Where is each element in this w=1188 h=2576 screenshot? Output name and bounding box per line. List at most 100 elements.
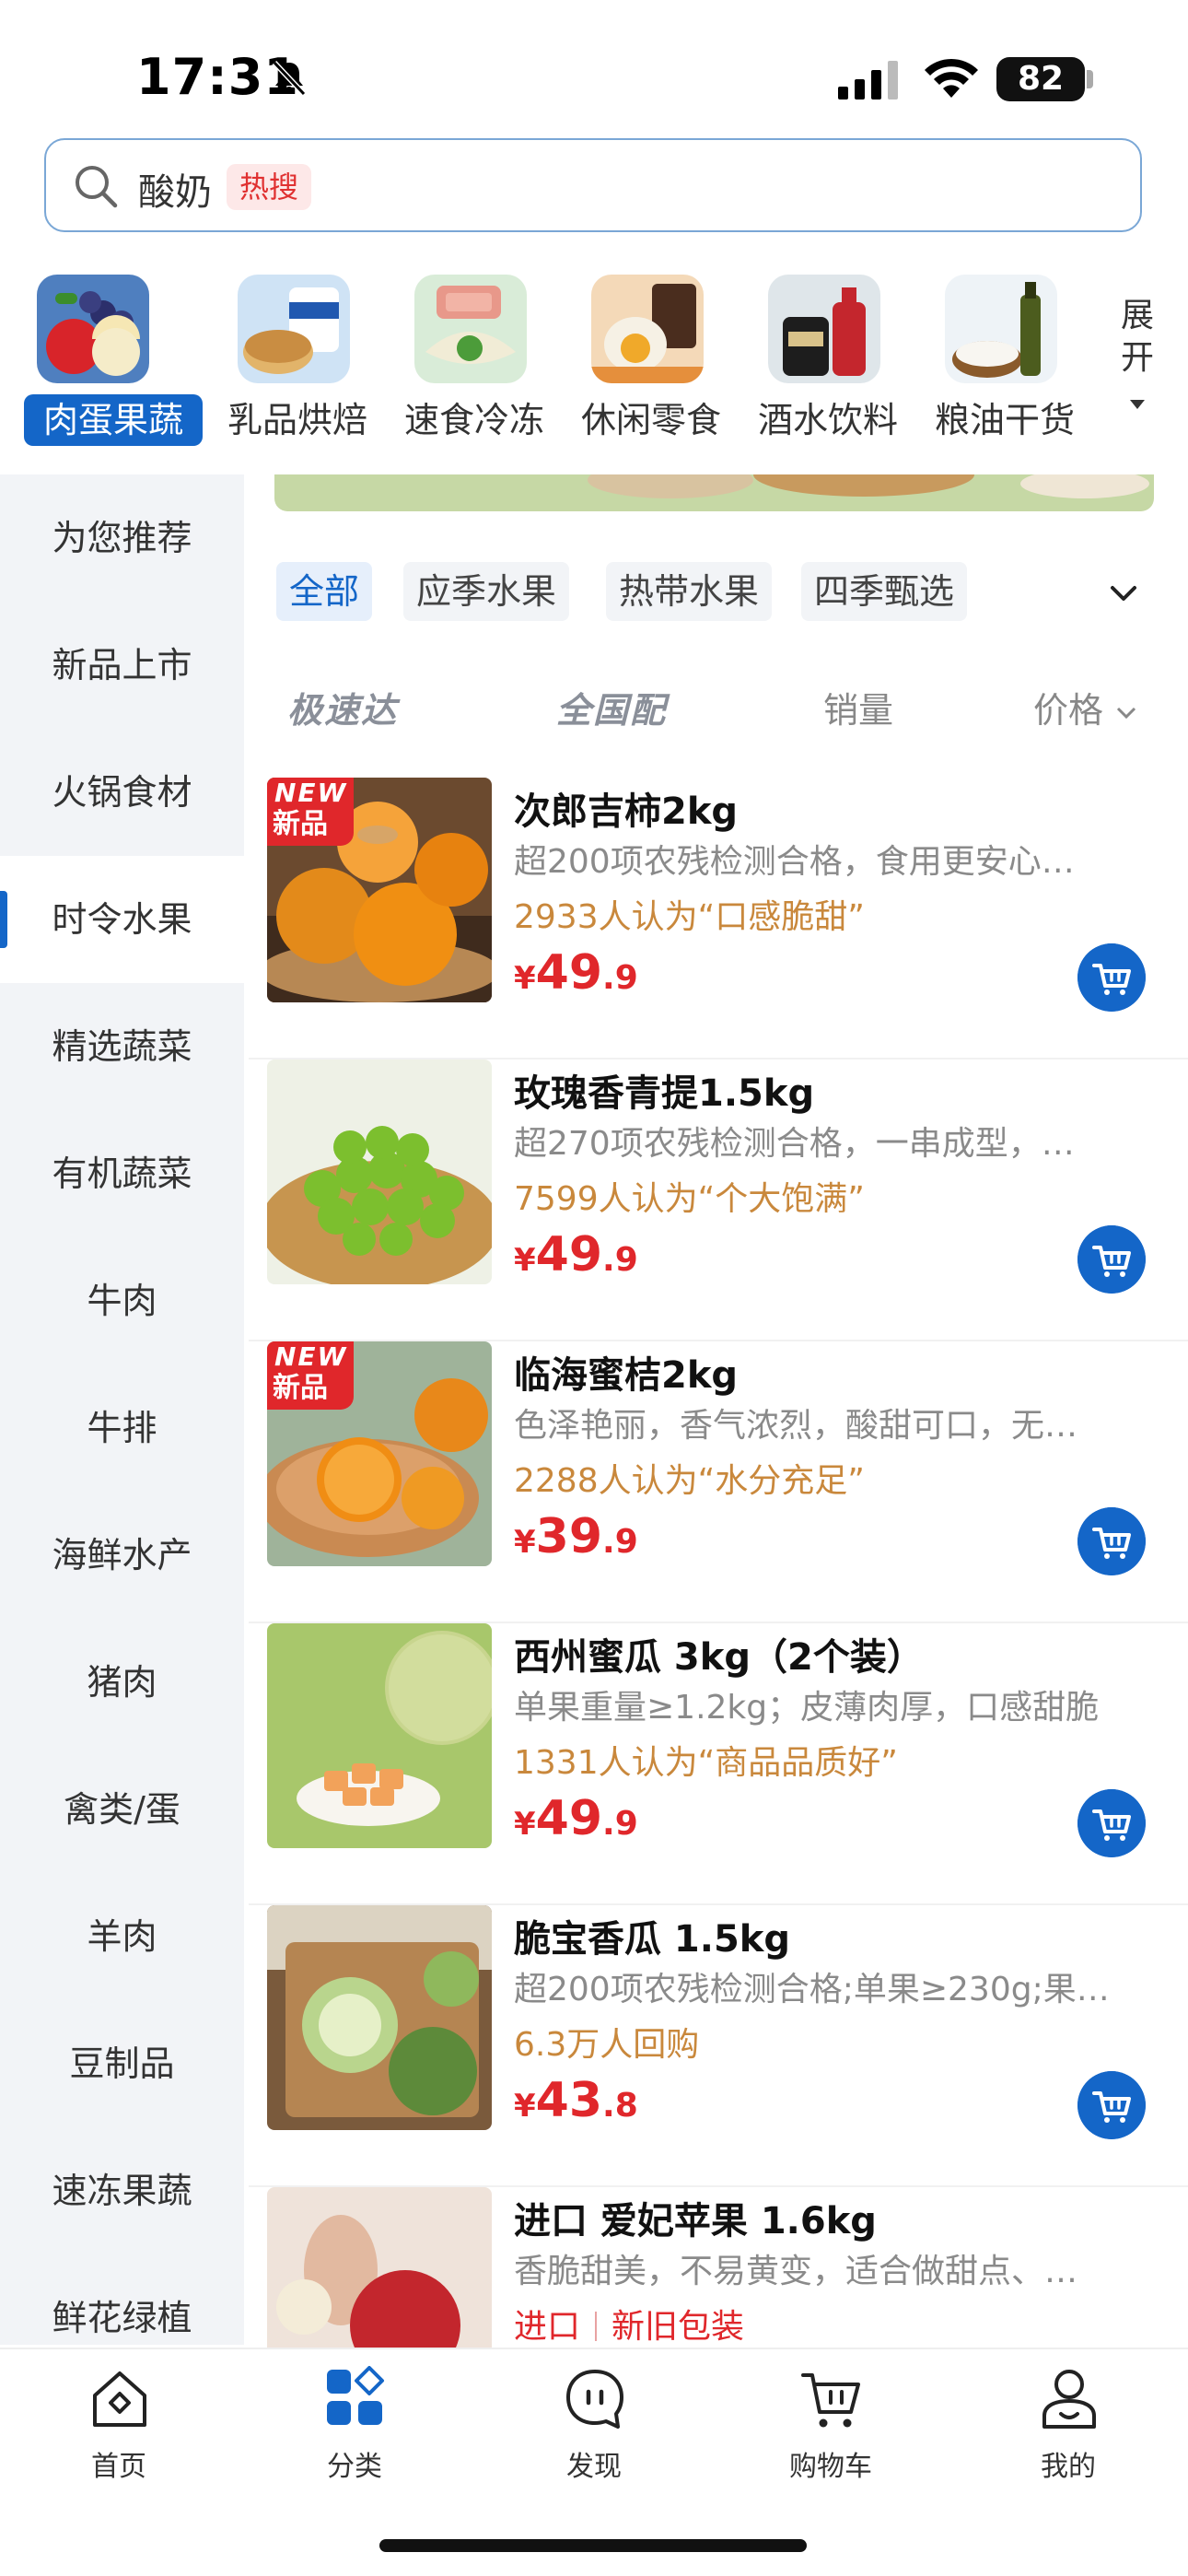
sidebar-item-selected-vegetables[interactable]: 精选蔬菜: [0, 983, 244, 1110]
sort-express-delivery[interactable]: 极速达: [287, 682, 398, 732]
top-category-label: 乳品烘焙: [227, 400, 367, 440]
product-title: 进口 爱妃苹果 1.6kg: [514, 2200, 877, 2242]
sort-nationwide-delivery[interactable]: 全国配: [556, 682, 667, 732]
product-tag-imported: 进口: [514, 2308, 581, 2346]
sidebar-item-lamb[interactable]: 羊肉: [0, 1873, 244, 2000]
sort-price-label: 价格: [1033, 690, 1104, 731]
product-description: 超200项农残检测合格，食用更安心…: [514, 843, 1075, 881]
sort-bar: 极速达 全国配 销量 价格: [276, 682, 1151, 737]
add-to-cart-button[interactable]: [1077, 1789, 1146, 1857]
product-description: 超270项农残检测合格，一串成型，…: [514, 1125, 1075, 1163]
price-integer: 43: [535, 2073, 603, 2128]
expand-label-1: 展: [1120, 297, 1154, 334]
sidebar-item-hotpot[interactable]: 火锅食材: [0, 729, 244, 856]
price-currency: ¥: [514, 1524, 536, 1561]
product-price: ¥49.9: [514, 945, 638, 1001]
tab-discover[interactable]: 发现: [520, 2366, 668, 2495]
home-indicator[interactable]: [379, 2539, 807, 2552]
top-category-label: 肉蛋果蔬: [24, 394, 203, 446]
top-category-label: 速食冷冻: [403, 400, 544, 440]
product-card[interactable]: 进口 爱妃苹果 1.6kg 香脆甜美，不易黄变，适合做甜点、… 进口 新旧包装: [249, 2187, 1188, 2348]
product-tags: 进口 新旧包装: [514, 2300, 744, 2348]
battery-indicator: 82: [996, 57, 1085, 101]
chevron-down-icon: [1117, 707, 1136, 720]
chevron-down-icon[interactable]: [1105, 577, 1142, 610]
category-frozen-image: [414, 275, 527, 383]
sidebar-item-tofu[interactable]: 豆制品: [0, 2000, 244, 2127]
add-to-cart-button[interactable]: [1077, 1225, 1146, 1294]
chip-tropical-fruit[interactable]: 热带水果: [606, 562, 773, 621]
sidebar-item-steak[interactable]: 牛排: [0, 1364, 244, 1492]
product-image: NEW 新品: [267, 778, 492, 1002]
category-snacks-image: [591, 275, 704, 383]
tab-profile[interactable]: 我的: [995, 2366, 1142, 2495]
tab-label: 购物车: [789, 2451, 872, 2483]
product-review-highlight: 1331人认为“商品品质好”: [514, 1744, 898, 1782]
product-description: 香脆甜美，不易黄变，适合做甜点、…: [514, 2253, 1078, 2290]
price-currency: ¥: [514, 1242, 536, 1279]
sidebar-item-seafood[interactable]: 海鲜水产: [0, 1492, 244, 1619]
product-image: [267, 2187, 492, 2348]
hot-search-badge: 热搜: [227, 164, 312, 210]
category-grain-oil-image: [945, 275, 1057, 383]
search-icon: [76, 166, 118, 208]
promo-banner[interactable]: [274, 474, 1154, 511]
product-title: 临海蜜桔2kg: [514, 1354, 739, 1397]
sidebar-item-new-arrivals[interactable]: 新品上市: [0, 602, 244, 729]
price-currency: ¥: [514, 960, 536, 997]
sidebar-item-pork[interactable]: 猪肉: [0, 1619, 244, 1746]
tag-separator: [595, 2312, 598, 2341]
product-image: NEW 新品: [267, 1341, 492, 1566]
product-price: ¥43.8: [514, 2073, 638, 2128]
product-tag-packaging: 新旧包装: [611, 2308, 745, 2346]
add-to-cart-button[interactable]: [1077, 2071, 1146, 2139]
search-input[interactable]: 酸奶 热搜: [44, 138, 1142, 232]
top-category-drinks[interactable]: 酒水饮料: [740, 267, 915, 451]
price-currency: ¥: [514, 1806, 536, 1843]
product-price: ¥49.9: [514, 1791, 638, 1846]
category-dairy-image: [238, 275, 350, 383]
expand-categories-button[interactable]: 展 开: [1114, 295, 1160, 422]
product-card[interactable]: NEW 新品 次郎吉柿2kg 超200项农残检测合格，食用更安心… 2933人认…: [249, 778, 1188, 1060]
sidebar-item-recommended[interactable]: 为您推荐: [0, 474, 244, 602]
top-category-label: 粮油干货: [934, 400, 1075, 440]
add-to-cart-button[interactable]: [1077, 1507, 1146, 1575]
top-category-meat-egg-fruit-veg[interactable]: 肉蛋果蔬: [9, 267, 203, 451]
top-category-snacks[interactable]: 休闲零食: [564, 267, 739, 451]
top-category-dairy-bakery[interactable]: 乳品烘焙: [210, 267, 385, 451]
product-card[interactable]: NEW 新品 临海蜜桔2kg 色泽艳丽，香气浓烈，酸甜可口，无… 2288人认为…: [249, 1341, 1188, 1623]
product-card[interactable]: 脆宝香瓜 1.5kg 超200项农残检测合格;单果≥230g;果… 6.3万人回…: [249, 1905, 1188, 2187]
top-category-grain-oil[interactable]: 粮油干货: [917, 267, 1092, 451]
sort-by-price[interactable]: 价格: [1033, 682, 1138, 732]
muted-bell-icon: [272, 60, 307, 97]
caret-down-icon: [1130, 400, 1145, 409]
product-card[interactable]: 玫瑰香青提1.5kg 超270项农残检测合格，一串成型，… 7599人认为“个大…: [249, 1060, 1188, 1341]
product-card[interactable]: 西州蜜瓜 3kg（2个装） 单果重量≥1.2kg；皮薄肉厚，口感甜脆 1331人…: [249, 1623, 1188, 1905]
product-image: [267, 1623, 492, 1848]
category-drinks-image: [768, 275, 880, 383]
top-category-instant-frozen[interactable]: 速食冷冻: [387, 267, 562, 451]
price-currency: ¥: [514, 2088, 536, 2125]
chip-seasonal-fruit[interactable]: 应季水果: [403, 562, 570, 621]
tab-home[interactable]: 首页: [45, 2366, 192, 2495]
sidebar-item-organic-vegetables[interactable]: 有机蔬菜: [0, 1110, 244, 1237]
product-title: 脆宝香瓜 1.5kg: [514, 1918, 791, 1961]
cellular-signal-icon: [838, 61, 898, 100]
sidebar-item-beef[interactable]: 牛肉: [0, 1237, 244, 1364]
new-product-badge: NEW 新品: [267, 1341, 354, 1410]
sort-by-sales[interactable]: 销量: [823, 682, 893, 732]
add-to-cart-button[interactable]: [1077, 943, 1146, 1012]
sidebar-item-poultry-egg[interactable]: 禽类/蛋: [0, 1746, 244, 1873]
product-description: 超200项农残检测合格;单果≥230g;果…: [514, 1971, 1110, 2008]
chip-all[interactable]: 全部: [276, 562, 373, 621]
sidebar-item-frozen-produce[interactable]: 速冻果蔬: [0, 2127, 244, 2254]
product-review-highlight: 7599人认为“个大饱满”: [514, 1180, 865, 1218]
product-title: 玫瑰香青提1.5kg: [514, 1072, 815, 1115]
product-description: 单果重量≥1.2kg；皮薄肉厚，口感甜脆: [514, 1689, 1100, 1727]
product-review-highlight: 2288人认为“水分充足”: [514, 1462, 865, 1500]
tab-category[interactable]: 分类: [281, 2366, 428, 2495]
sidebar-item-seasonal-fruit[interactable]: 时令水果: [0, 856, 244, 983]
tab-cart[interactable]: 购物车: [757, 2366, 904, 2495]
product-price: ¥49.9: [514, 1227, 638, 1282]
chip-four-seasons[interactable]: 四季甄选: [801, 562, 968, 621]
